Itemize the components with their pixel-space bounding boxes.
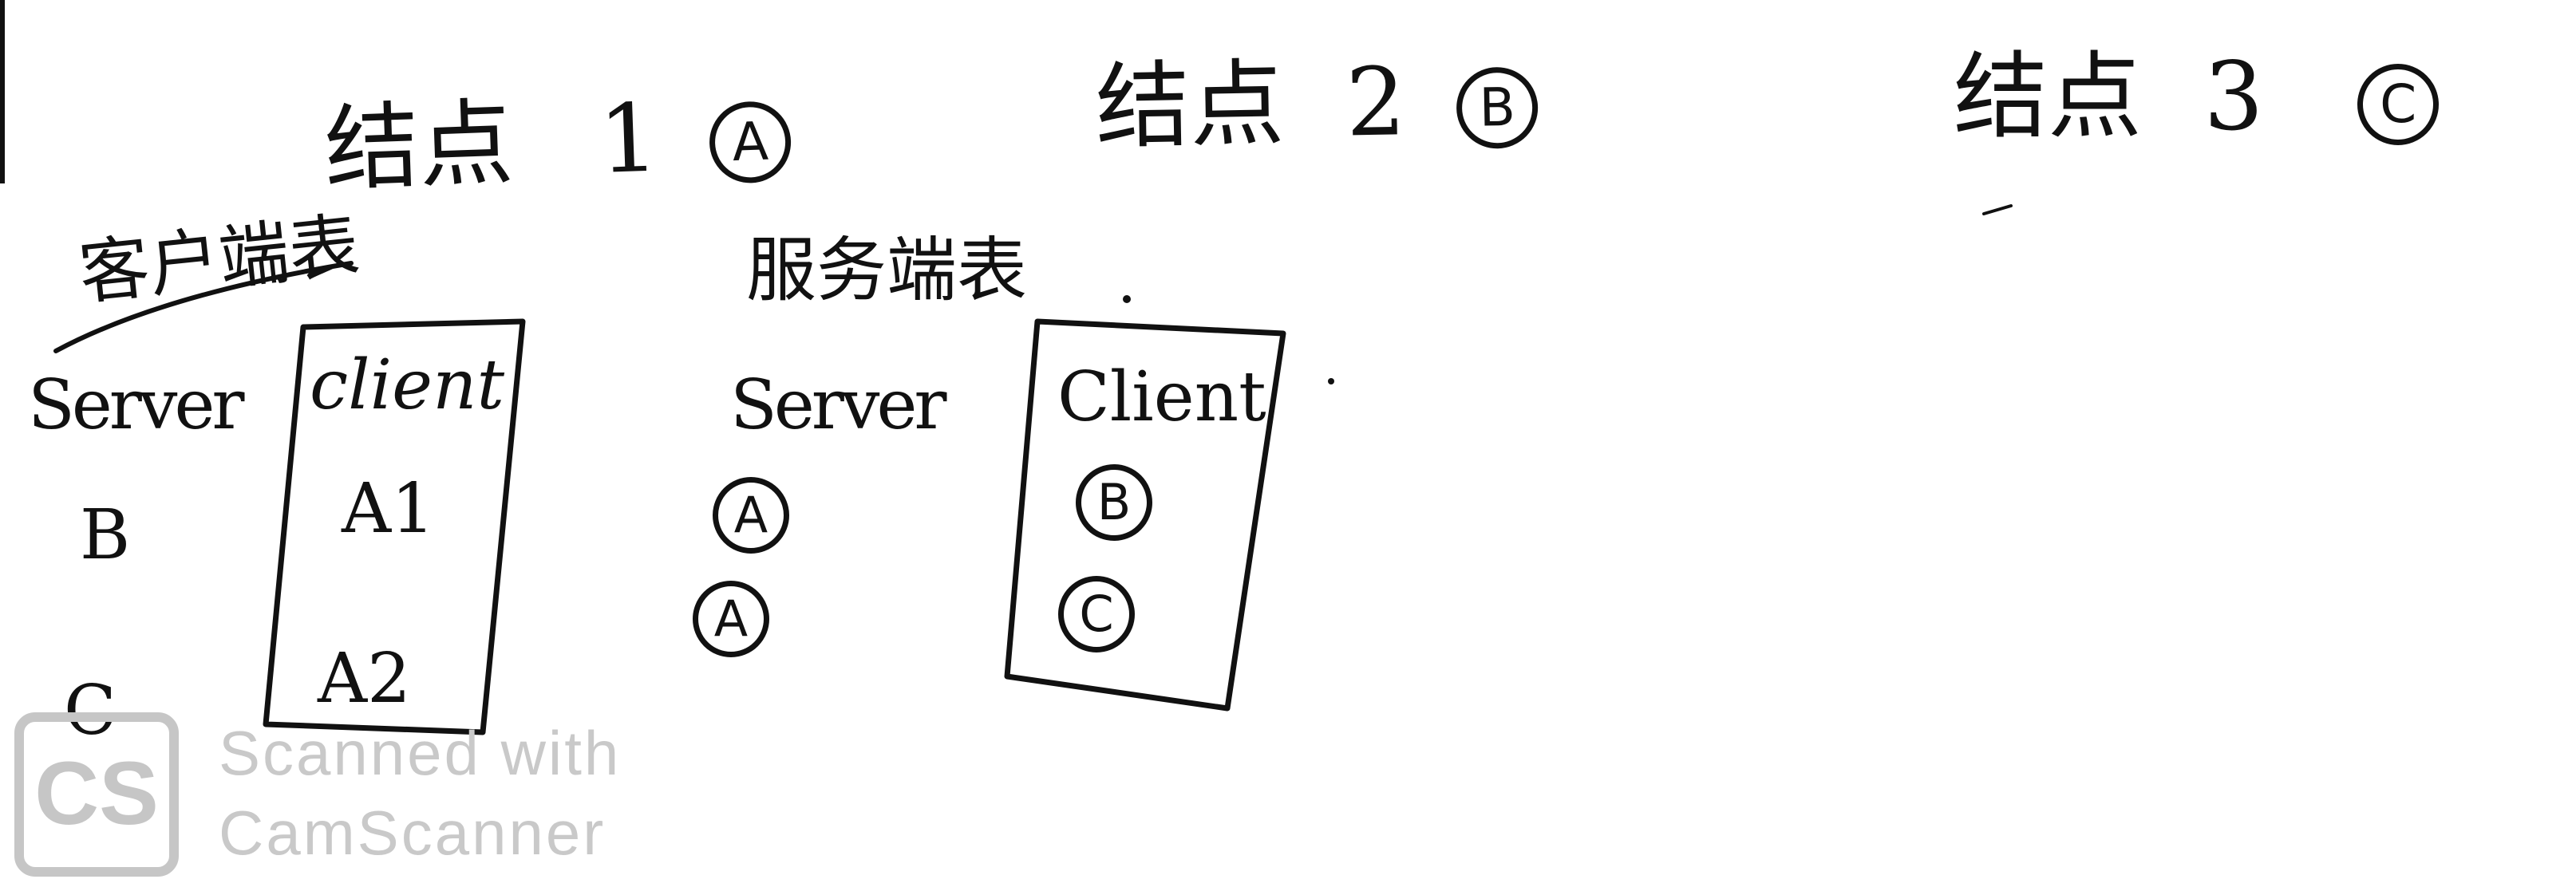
watermark-line-2: CamScanner [219,798,606,868]
circled-c: C [1058,576,1135,652]
circled-b: B [1076,464,1152,541]
stray-dot [1328,378,1334,384]
client-table-server-header: Server [28,365,245,445]
node-circle-a: A [708,101,792,185]
scanned-diagram: 结点 1 A 结点 2 B 结点 3 C 客户端表 Server client … [0,0,2576,887]
server-table-client-cell: B [1076,464,1152,541]
circled-a: A [693,581,769,657]
server-table-server-header: Server [730,365,947,445]
client-table-server-cell: B [80,495,131,575]
node-number: 3 [2203,41,2264,152]
scanner-watermark: CS Scanned with CamScanner [14,712,669,880]
watermark-line-1: Scanned with [219,718,622,788]
node-number: 2 [1345,46,1407,158]
stray-tick [1982,204,2013,215]
camscanner-logo-icon: CS [14,712,179,877]
node-number: 1 [596,82,661,195]
server-table-server-cell: A [713,477,789,554]
node-1-heading: 结点 1 A [323,82,792,204]
server-table-server-cell: A [693,581,769,657]
stray-dot [1123,295,1131,303]
client-table-client-cell: A2 [318,639,411,719]
client-table-client-header: client [310,345,505,425]
node-label: 结点 [1954,41,2143,152]
node-2-heading: 结点 2 B [1095,46,1539,162]
server-table-client-header: Client [1057,357,1266,437]
node-3-heading: 结点 3 C [1954,49,2440,146]
node-circle-c: C [2357,64,2440,146]
circled-a: A [713,477,789,554]
node-circle-b: B [1456,66,1539,150]
client-table-client-cell: A1 [342,469,435,549]
node-label: 结点 [1094,48,1286,162]
server-table-title: 服务端表 [746,229,1028,311]
node-label: 结点 [322,87,516,204]
server-table-client-cell: C [1058,576,1135,652]
